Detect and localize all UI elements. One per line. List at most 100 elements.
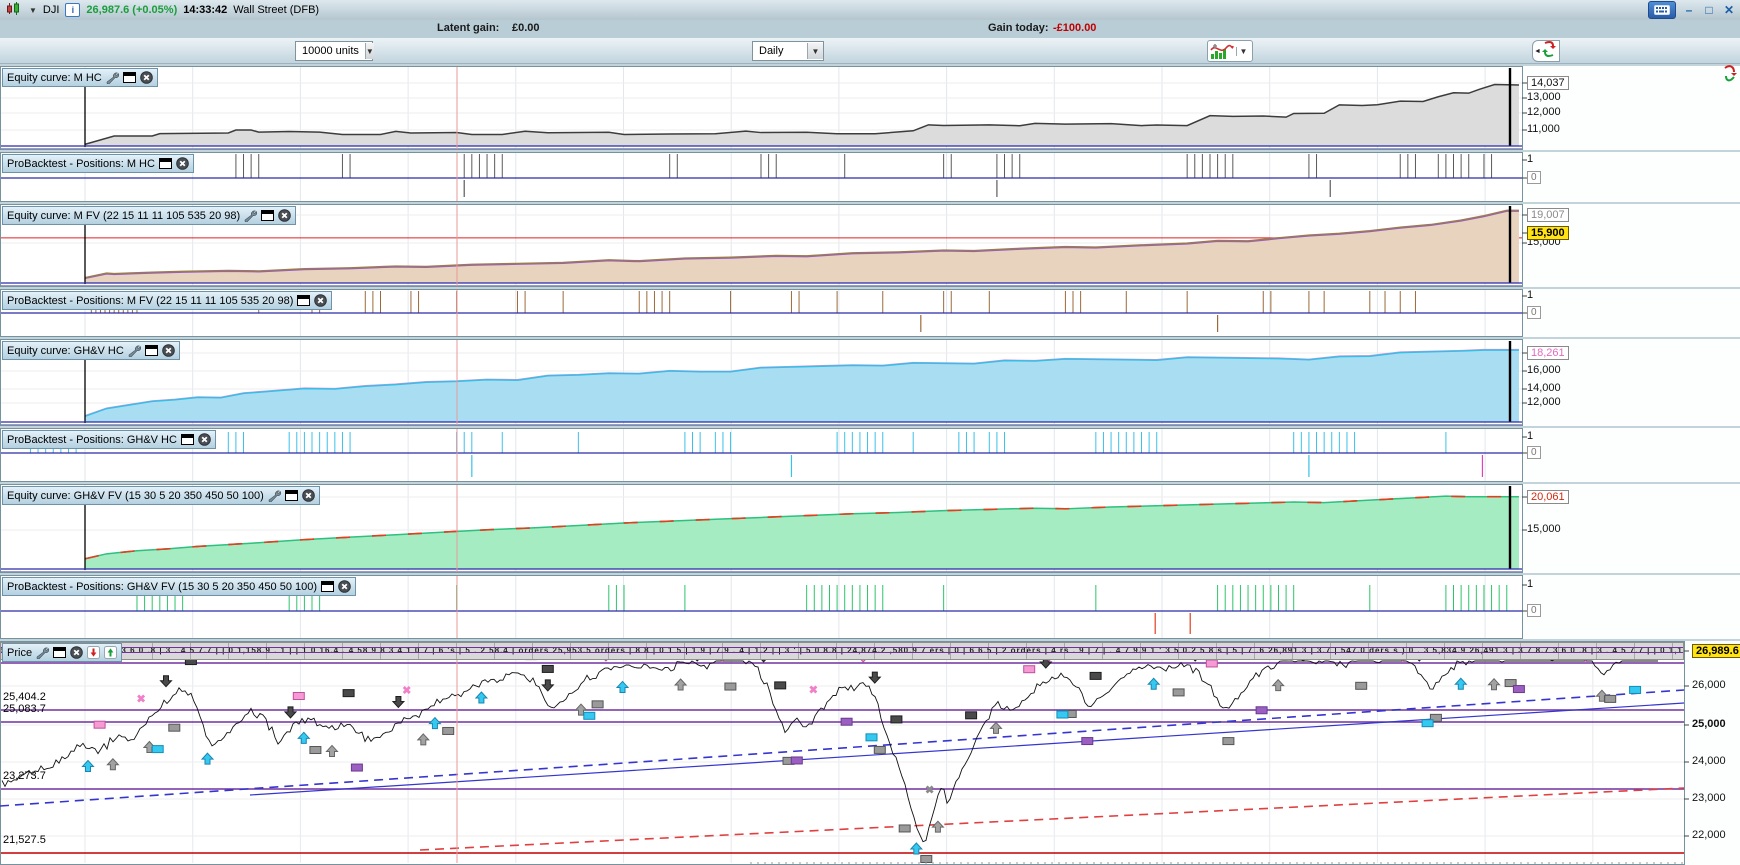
order-panel-toggle[interactable]: ◄: [1532, 40, 1560, 62]
chart-canvas[interactable]: ✖✖✖✖✖✖✖: [0, 63, 1740, 865]
add-indicator-button[interactable]: ▼: [1207, 40, 1253, 62]
exit-marker: [1355, 681, 1368, 690]
settings-wrench-icon[interactable]: [36, 647, 50, 659]
exit-marker: [1172, 688, 1185, 697]
units-select-arrow-icon[interactable]: ▼: [364, 43, 374, 59]
market-name: Wall Street (DFB): [233, 4, 320, 16]
detach-window-icon[interactable]: [180, 434, 194, 445]
buy-order-icon[interactable]: [104, 646, 118, 659]
close-panel-icon[interactable]: [70, 646, 83, 659]
detach-window-icon[interactable]: [297, 295, 311, 306]
settings-wrench-icon[interactable]: [244, 210, 258, 222]
pink-x-marker: ✖: [136, 694, 145, 706]
equity-panel-header-2[interactable]: Equity curve: M FV (22 15 11 11 105 535 …: [2, 206, 297, 225]
equity-panel-header-2-title: Equity curve: M FV (22 15 11 11 105 535 …: [7, 209, 241, 222]
maximize-button[interactable]: □: [1702, 3, 1716, 17]
positions-panel-header-3[interactable]: ProBacktest - Positions: M FV (22 15 11 …: [2, 291, 333, 310]
violet-marker: [790, 756, 803, 765]
price-axis-label-0: 26,989.6: [1692, 644, 1740, 658]
chevron-down-icon[interactable]: ▼: [29, 6, 37, 15]
info-icon[interactable]: i: [65, 3, 81, 17]
detach-window-icon[interactable]: [122, 72, 136, 83]
positions-panel-header-7[interactable]: ProBacktest - Positions: GH&V FV (15 30 …: [2, 577, 357, 596]
band-level-line: [1, 647, 1683, 648]
equity-panel-header-6-title: Equity curve: GH&V FV (15 30 5 20 350 45…: [7, 489, 264, 502]
equity-axis-label-0-2: 12,000: [1527, 106, 1561, 118]
equity-axis-label-6-1: 15,000: [1527, 523, 1561, 535]
buy-sell-arrows-icon: [1541, 40, 1557, 63]
positions-axis-label-7-1: 0: [1527, 604, 1541, 617]
close-window-button[interactable]: ✕: [1722, 3, 1736, 17]
close-panel-icon[interactable]: [198, 433, 211, 446]
detach-window-icon[interactable]: [321, 581, 335, 592]
units-select[interactable]: 10000 units ▼: [295, 41, 374, 61]
equity-panel-header-4-title: Equity curve: GH&V HC: [7, 344, 124, 357]
violet-marker: [1255, 706, 1268, 715]
stop-marker: [774, 681, 787, 690]
price-axis-label-1: 26,000: [1692, 679, 1726, 691]
detach-window-icon[interactable]: [53, 647, 67, 658]
stop-marker: [342, 689, 355, 698]
exit-marker: [898, 824, 911, 833]
pink-marker: [1023, 665, 1036, 674]
equity-axis-label-6-0: 20,061: [1527, 490, 1569, 504]
stop-marker: [890, 715, 903, 724]
equity-panel-header-4[interactable]: Equity curve: GH&V HC: [2, 341, 180, 360]
exit-marker: [873, 745, 886, 754]
sell-order-icon[interactable]: [87, 646, 101, 659]
price-level-label-1: 25,083.7: [3, 703, 46, 715]
positions-panel-header-5-title: ProBacktest - Positions: GH&V HC: [7, 433, 177, 446]
candlestick-logo-icon: [6, 1, 23, 19]
equity-axis-label-0-0: 14,037: [1527, 76, 1569, 90]
settings-wrench-icon[interactable]: [128, 345, 141, 357]
close-panel-icon[interactable]: [176, 157, 189, 170]
settings-wrench-icon[interactable]: [106, 72, 119, 84]
equity-axis-label-2-2: 15,900: [1527, 226, 1569, 240]
price-axis-label-2: 25,000: [1692, 718, 1726, 730]
positions-axis-label-7-0: 1: [1527, 578, 1534, 590]
indicator-dropdown-arrow-icon[interactable]: ▼: [1236, 46, 1250, 56]
equity-panel-header-0-title: Equity curve: M HC: [7, 71, 102, 84]
exit-marker: [591, 700, 604, 709]
positions-panel-header-5[interactable]: ProBacktest - Positions: GH&V HC: [2, 430, 216, 449]
timeframe-select-arrow-icon[interactable]: ▼: [807, 43, 823, 59]
equity-axis-label-4-1: 16,000: [1527, 364, 1561, 376]
clock-time: 14:33:42: [183, 4, 228, 16]
positions-axis-label-5-1: 0: [1527, 446, 1541, 459]
gain-today-label: Gain today:: [988, 22, 1049, 34]
timeframe-select-value: Daily: [759, 45, 784, 57]
exit-marker: [442, 726, 455, 735]
cyan-marker: [865, 733, 878, 742]
close-panel-icon[interactable]: [161, 344, 175, 357]
scroll-corner-icon[interactable]: [1722, 64, 1738, 89]
cyan-marker: [1629, 685, 1642, 694]
price-level-label-3: 21,527.5: [3, 834, 46, 846]
price-panel-header[interactable]: Price: [2, 643, 123, 662]
close-panel-icon[interactable]: [278, 209, 291, 222]
close-panel-icon[interactable]: [314, 294, 328, 307]
minimize-button[interactable]: –: [1682, 3, 1696, 17]
equity-panel-header-0[interactable]: Equity curve: M HC: [2, 68, 158, 87]
violet-marker: [1512, 685, 1525, 694]
gray-x-marker: ✖: [925, 785, 934, 797]
keyboard-icon[interactable]: [1648, 1, 1676, 19]
price-panel-header-title: Price: [7, 646, 33, 659]
equity-panel-header-6[interactable]: Equity curve: GH&V FV (15 30 5 20 350 45…: [2, 486, 320, 505]
close-panel-icon[interactable]: [338, 580, 351, 593]
equity-axis-label-4-3: 12,000: [1527, 396, 1561, 408]
positions-axis-label-3-1: 0: [1527, 306, 1541, 319]
detach-window-icon[interactable]: [158, 158, 172, 169]
detach-window-icon[interactable]: [261, 210, 275, 221]
gain-summary-bar: Latent gain: £0.00 Gain today: -£100.00: [0, 20, 1740, 39]
positions-panel-header-1[interactable]: ProBacktest - Positions: M HC: [2, 154, 194, 173]
detach-window-icon[interactable]: [144, 345, 158, 356]
close-panel-icon[interactable]: [302, 489, 315, 502]
detach-window-icon[interactable]: [284, 490, 298, 501]
timeframe-select[interactable]: Daily ▼: [752, 41, 824, 61]
settings-wrench-icon[interactable]: [268, 490, 281, 502]
close-panel-icon[interactable]: [139, 71, 153, 84]
positions-axis-label-1-1: 0: [1527, 171, 1541, 184]
application-window: ▼ DJI i 26,987.6 (+0.05%) 14:33:42 Wall …: [0, 0, 1740, 865]
pink-marker: [93, 720, 106, 729]
gain-today-value: -£100.00: [1053, 22, 1097, 34]
